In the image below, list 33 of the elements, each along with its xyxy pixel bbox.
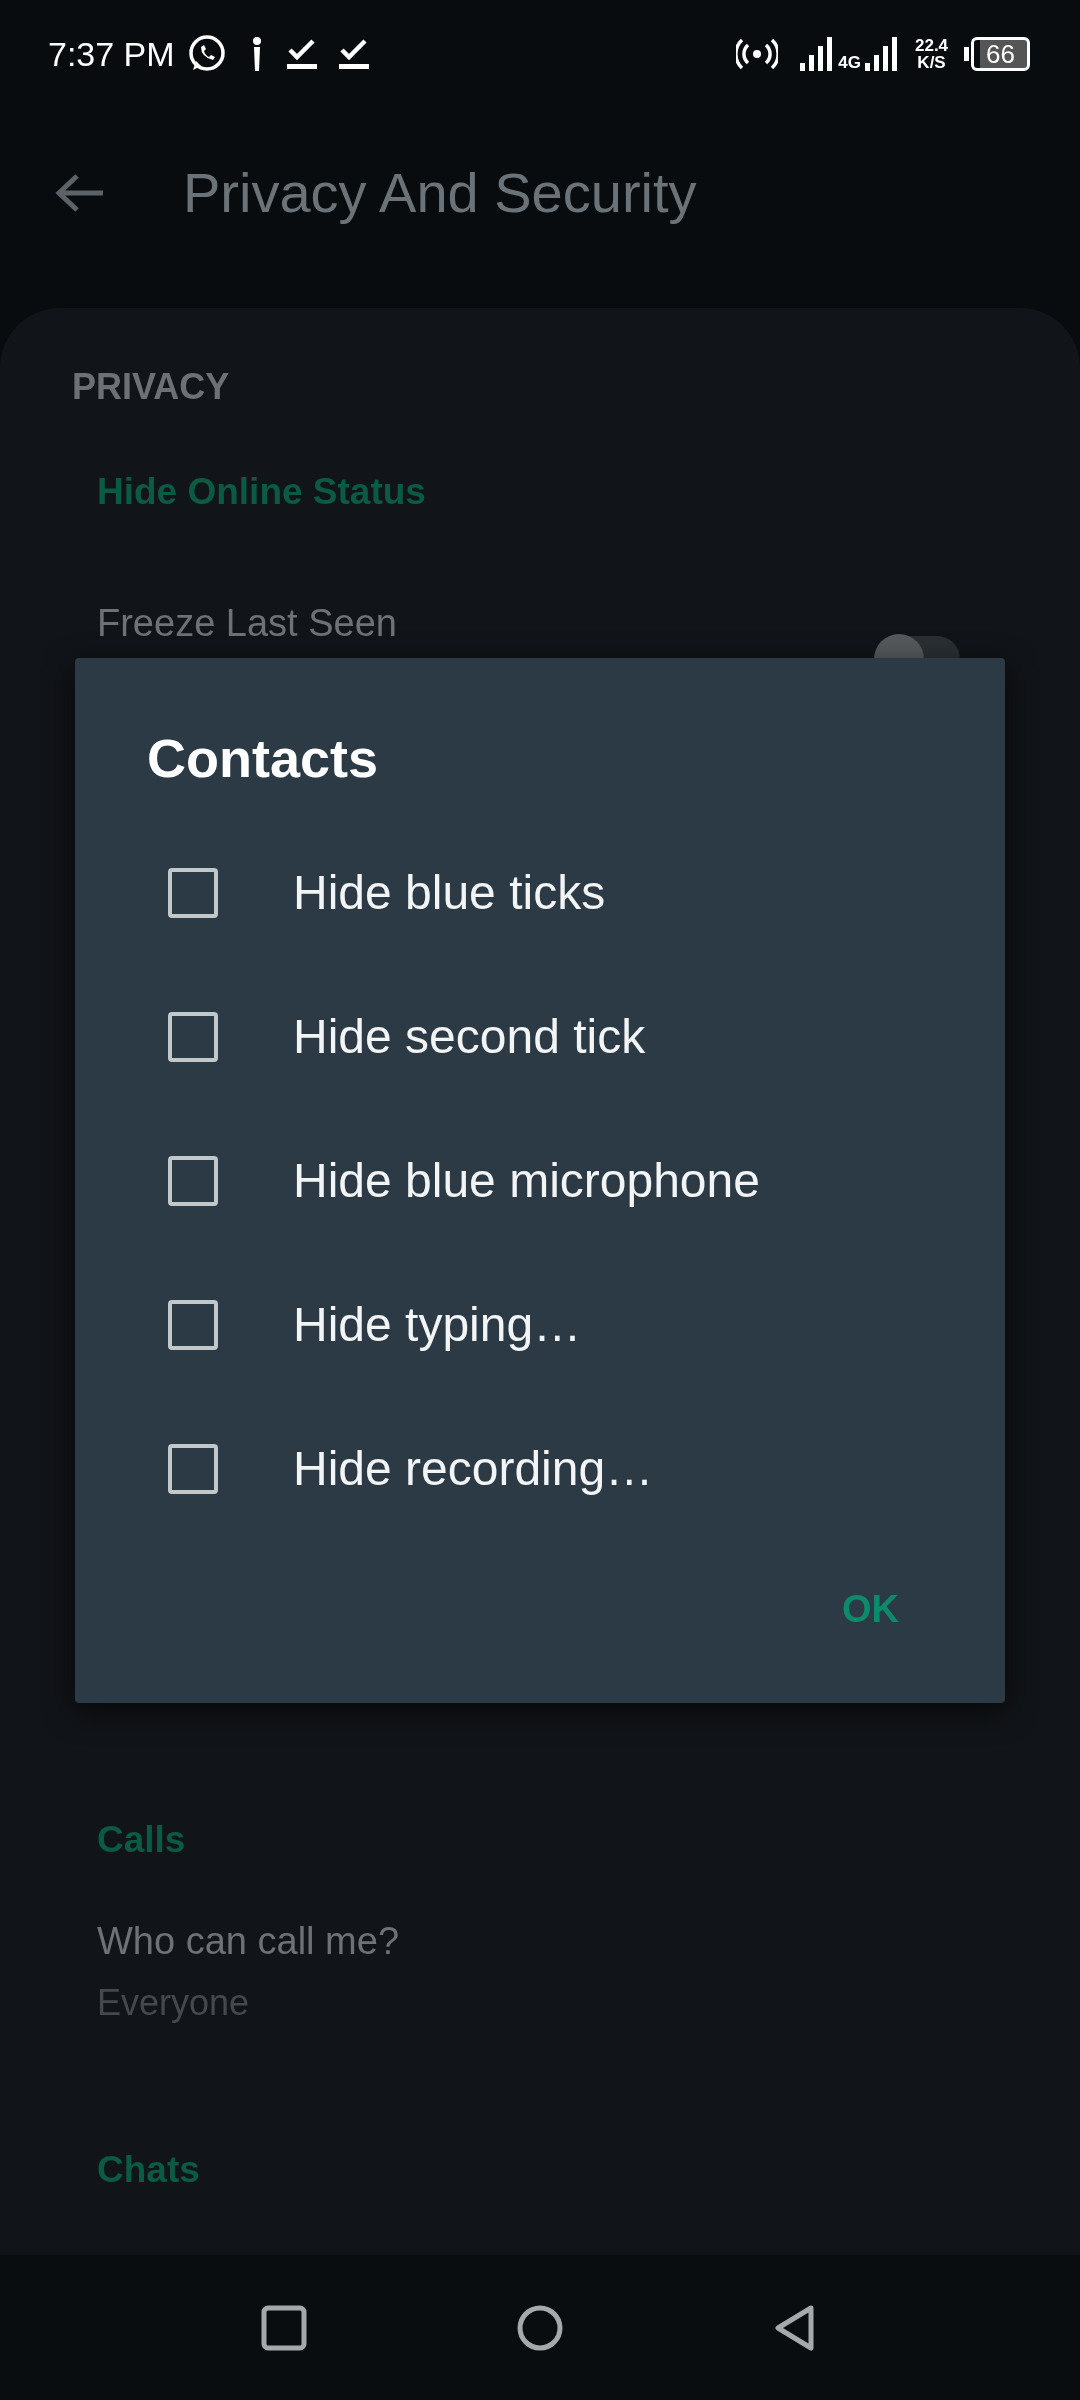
checkbox[interactable]	[168, 1299, 218, 1350]
group-heading: Hide Online Status	[96, 470, 427, 514]
signal-icon	[865, 37, 899, 71]
checkbox-option[interactable]: Hide typing…	[75, 1252, 855, 1397]
back-arrow-icon[interactable]	[55, 173, 105, 213]
checkbox[interactable]	[168, 1155, 218, 1206]
checkbox[interactable]	[168, 867, 218, 918]
group-heading: Calls	[96, 1817, 187, 1862]
network-type: 4G	[838, 54, 861, 71]
checkbox-option[interactable]: Hide blue ticks	[75, 820, 855, 965]
battery-tip-icon	[964, 47, 970, 61]
screen-title: Privacy And Security	[183, 160, 697, 226]
checkbox[interactable]	[168, 1011, 218, 1062]
check-icon	[286, 38, 317, 70]
group-heading: Chats	[96, 2148, 201, 2192]
setting-title[interactable]: Who can call me?	[97, 1913, 399, 1970]
checkbox-option[interactable]: Hide recording…	[75, 1396, 855, 1541]
signal-icon	[800, 37, 835, 71]
battery-level: 66	[971, 37, 1030, 71]
hotspot-icon	[736, 38, 779, 70]
check-icon	[338, 38, 369, 70]
section-heading: PRIVACY	[71, 365, 231, 409]
status-time: 7:37 PM	[48, 33, 175, 75]
speed-unit: K/S	[916, 54, 947, 71]
speed-value: 22.4	[915, 37, 949, 54]
setting-title[interactable]: Freeze Last Seen	[97, 595, 397, 652]
home-icon[interactable]	[517, 2304, 563, 2351]
dialog-title: Contacts	[147, 727, 380, 790]
chat-bubble-icon	[186, 34, 227, 74]
checkbox[interactable]	[168, 1443, 218, 1494]
recent-apps-icon[interactable]	[261, 2304, 307, 2351]
checkbox-option[interactable]: Hide blue microphone	[75, 1108, 855, 1253]
checkbox-option[interactable]: Hide second tick	[75, 964, 855, 1109]
